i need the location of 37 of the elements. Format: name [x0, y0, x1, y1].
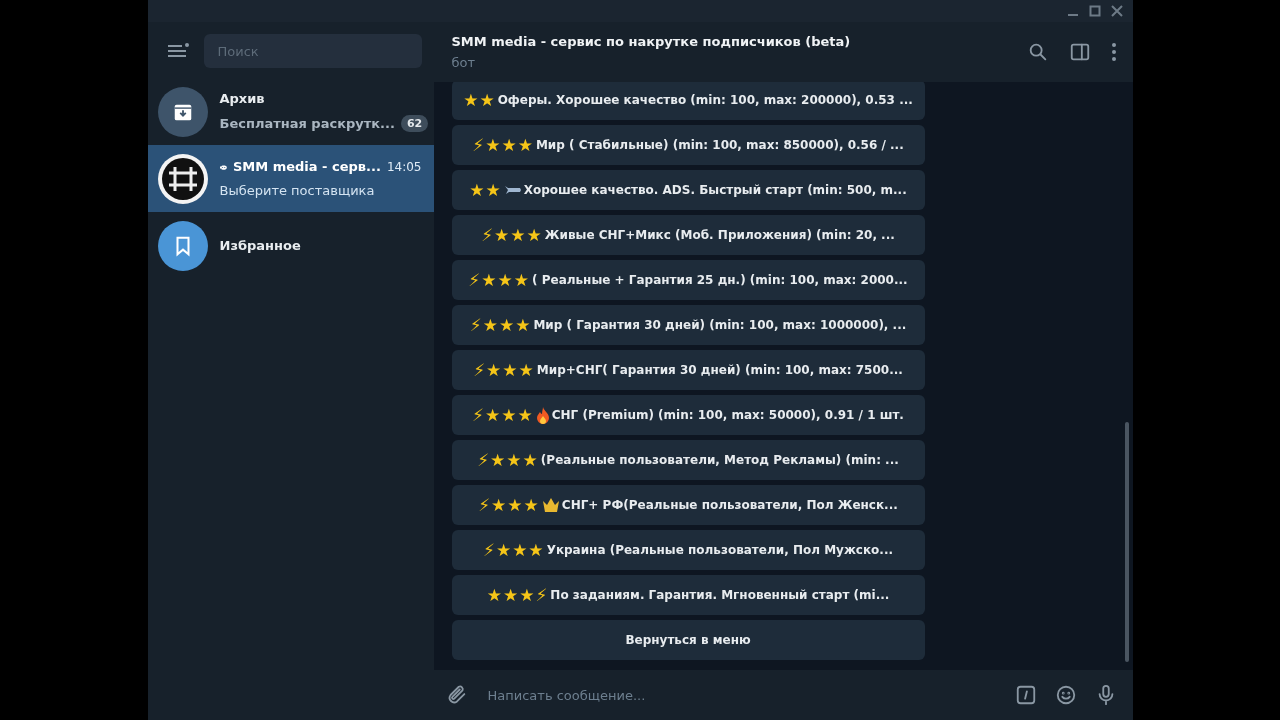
more-icon[interactable] — [1110, 42, 1117, 62]
chat-subtitle: бот — [451, 55, 477, 70]
airplane-icon — [503, 183, 522, 197]
search-field[interactable]: Поиск — [203, 34, 422, 68]
chat-name: Избранное — [219, 238, 302, 253]
sidebar-toggle-icon[interactable] — [1068, 41, 1091, 63]
maximize-icon[interactable] — [1088, 5, 1101, 17]
chat-time: 14:05 — [386, 159, 422, 174]
commands-icon[interactable] — [1014, 684, 1037, 706]
chat-item[interactable]: Избранное — [147, 212, 434, 279]
keyboard-button[interactable]: ⚡★★★Украина (Реальные пользователи, Пол Мужско... — [451, 530, 925, 570]
keyboard-button[interactable]: ⚡★★★Мир ( Стабильные) (min: 100, max: 850000), 0.56 / ... — [451, 125, 925, 165]
chat-name: Архив — [219, 91, 266, 106]
keyboard-button[interactable]: ★★ Хорошее качество. ADS. Быстрый старт (min: 500, m... — [451, 170, 925, 210]
keyboard-button[interactable]: Вернуться в меню — [451, 620, 925, 660]
keyboard-button[interactable]: ⚡★★★Мир ( Гарантия 30 дней) (min: 100, max: 1000000), ... — [451, 305, 925, 345]
keyboard-button[interactable]: ⚡★★★Мир+СНГ( Гарантия 30 дней) (min: 100, max: 7500... — [451, 350, 925, 390]
menu-icon[interactable] — [165, 42, 190, 60]
emoji-icon[interactable] — [1054, 684, 1077, 706]
chat-preview: Выберите поставщика — [219, 183, 376, 198]
keyboard-button[interactable]: ★★Оферы. Хорошее качество (min: 100, max: 200000), 0.53 ... — [451, 82, 925, 120]
chat-title: SMM media - сервис по накрутке подписчиков (beta) — [451, 34, 852, 49]
scrollbar[interactable] — [1124, 422, 1129, 662]
crown-icon — [541, 497, 560, 513]
keyboard-button[interactable]: ⚡★★★Живые СНГ+Микс (Моб. Приложения) (min: 20, ... — [451, 215, 925, 255]
chat-name: SMM media - серв... — [232, 159, 381, 174]
chat-item[interactable]: SMM media - серв... 14:05 Выберите поставщика — [147, 145, 434, 212]
keyboard-button[interactable]: ⚡★★★( Реальные + Гарантия 25 дн.) (min: 100, max: 2000... — [451, 260, 925, 300]
close-icon[interactable] — [1110, 5, 1123, 17]
keyboard-button[interactable]: ⚡★★★(Реальные пользователи, Метод Рекламы) (min: ... — [451, 440, 925, 480]
unread-count: 62 — [400, 115, 429, 132]
keyboard-button[interactable]: ⚡★★★ СНГ+ РФ(Реальные пользователи, Пол Женск... — [451, 485, 925, 525]
fire-icon — [535, 406, 550, 424]
keyboard-button[interactable]: ★★★⚡По заданиям. Гарантия. Мгновенный старт (mi... — [451, 575, 925, 615]
chat-preview: Бесплатная раскрутк... — [219, 116, 395, 131]
keyboard-button[interactable]: ⚡★★★ СНГ (Premium) (min: 100, max: 50000), 0.91 / 1 шт. — [451, 395, 925, 435]
chat-item[interactable]: Архив Бесплатная раскрутк... 62 — [147, 78, 434, 145]
